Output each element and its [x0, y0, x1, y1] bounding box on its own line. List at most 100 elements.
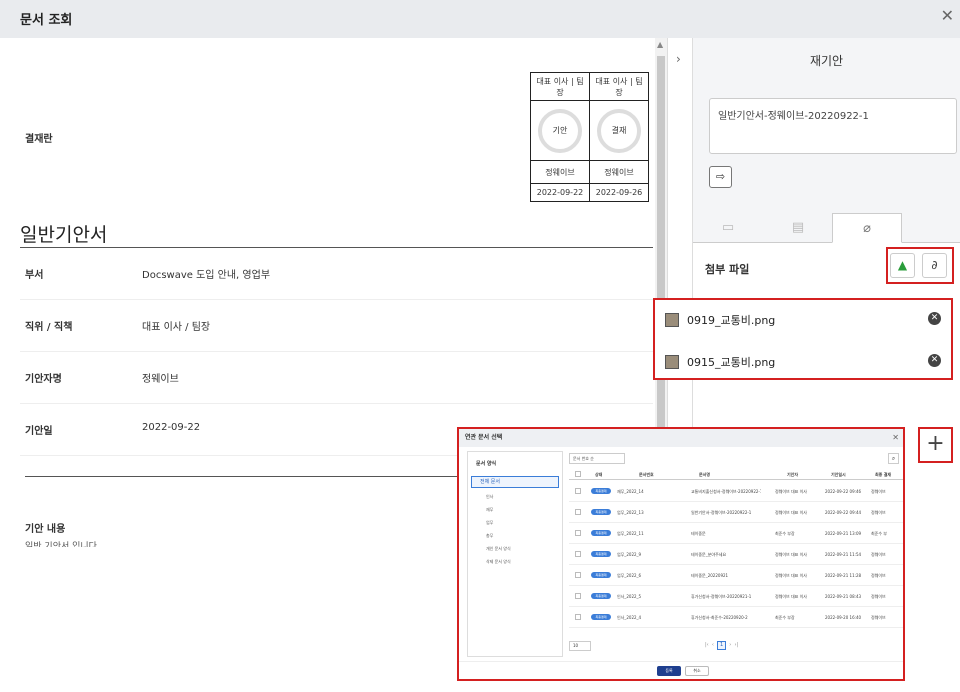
doc-name: 테이중문_20220921 [691, 573, 729, 578]
tab-comment-icon[interactable]: ▤ [763, 213, 833, 243]
approval-stamp: 결재 [597, 108, 641, 153]
column-header: 기안일시 [831, 472, 846, 477]
approver-name: 정웨이브 [530, 160, 590, 184]
field-value: 정웨이브 [142, 374, 179, 385]
doc-final-approver: 최준수 부 [871, 531, 887, 536]
table-row[interactable]: 최종결재 업무_2022_11 테이중문 최준수 부장 2022-09-21 1… [569, 523, 903, 544]
doc-name: 휴가신청서-정웨이브-20220921-1 [691, 594, 752, 599]
last-page-icon[interactable]: ›| [734, 642, 738, 648]
doc-final-approver: 정웨이브 [871, 594, 886, 599]
content-label: 기안 내용 [25, 524, 66, 535]
modal-footer: 등록 취소 [459, 661, 903, 679]
field-key: 직위 / 직책 [25, 322, 73, 333]
document-title: 일반기안서 [20, 224, 108, 246]
panel-tabs: ▭ ▤ ⌀ [693, 213, 960, 243]
tab-attachment-icon[interactable]: ⌀ [832, 213, 902, 243]
file-name: 0915_교통비.png [687, 356, 776, 369]
column-header: 기안자 [787, 472, 799, 477]
sort-select[interactable]: 문서 번호 순 [569, 453, 625, 464]
window-header: 문서 조회 ✕ [0, 0, 960, 38]
window-title: 문서 조회 [20, 13, 73, 28]
content-text: 일반 기안서 입니다 [25, 542, 97, 547]
field-row: 부서 Docswave 도입 안내, 영업부 [20, 248, 653, 300]
form-sidebar: 문서 양식 전체 문서 인사 재무 업무 총무 개인 문서 양식 삭제 문서 양… [467, 451, 563, 657]
pagination: |‹ ‹ 1 › ›| [705, 641, 738, 650]
tab-document-icon[interactable]: ▭ [693, 213, 763, 243]
scroll-up-icon[interactable]: ▲ [657, 40, 663, 49]
select-all-checkbox[interactable] [575, 471, 581, 477]
tag-icon[interactable]: ⇨ [709, 166, 732, 188]
row-checkbox[interactable] [575, 593, 581, 599]
doc-final-approver: 정웨이브 [871, 489, 886, 494]
sidebar-item[interactable]: 개인 문서 양식 [486, 546, 511, 552]
table-row[interactable]: 최종결재 업무_2022_13 일반기안서-정웨이브-20220922-1 정웨… [569, 502, 903, 523]
related-document-modal: 연관 문서 선택 ✕ 문서 양식 전체 문서 인사 재무 업무 총무 개인 문서… [457, 427, 905, 681]
doc-number: 업무_2022_13 [617, 510, 644, 515]
doc-number: 인사_2022_4 [617, 615, 642, 620]
table-row[interactable]: 최종결재 업무_2022_6 테이중문_20220921 정웨이브 대표 이사 … [569, 565, 903, 586]
doc-number: 업무_2022_6 [617, 573, 642, 578]
current-page[interactable]: 1 [717, 641, 727, 650]
doc-author: 정웨이브 대표 이사 [775, 594, 807, 599]
doc-author: 최준수 부장 [775, 615, 795, 620]
doc-date: 2022-09-20 16:40 [825, 615, 862, 620]
sidebar-item[interactable]: 총무 [486, 533, 493, 539]
remove-file-icon[interactable]: ✕ [928, 312, 941, 325]
row-checkbox[interactable] [575, 572, 581, 578]
row-checkbox[interactable] [575, 614, 581, 620]
doc-author: 정웨이브 대표 이사 [775, 573, 807, 578]
doc-name: 교통비지출신청서-정웨이브-20220922-1 [691, 489, 761, 494]
sidebar-item-all[interactable]: 전체 문서 [471, 476, 559, 488]
register-button[interactable]: 등록 [657, 666, 681, 676]
chevron-right-icon[interactable]: › [676, 52, 681, 66]
sidebar-item[interactable]: 재무 [486, 507, 493, 513]
row-checkbox[interactable] [575, 551, 581, 557]
prev-page-icon[interactable]: ‹ [712, 642, 714, 648]
doc-author: 최준수 부장 [775, 531, 795, 536]
field-value: 2022-09-22 [142, 422, 201, 433]
doc-date: 2022-09-21 13:09 [825, 531, 862, 536]
table-header: 상태 문서번호 문서명 기안자 기안일시 최종 결재 [569, 469, 903, 480]
approval-date: 2022-09-26 [589, 183, 649, 202]
column-header: 상태 [595, 472, 603, 477]
status-badge: 최종결재 [591, 551, 611, 557]
divider [25, 476, 460, 477]
add-related-document-button[interactable]: + [918, 427, 953, 463]
first-page-icon[interactable]: |‹ [705, 642, 709, 648]
google-drive-icon[interactable]: ▲ [890, 253, 915, 278]
close-icon[interactable]: ✕ [941, 6, 954, 25]
sidebar-item[interactable]: 업무 [486, 520, 493, 526]
table-row[interactable]: 최종결재 재무_2022_14 교통비지출신청서-정웨이브-20220922-1… [569, 481, 903, 502]
approval-table: 대표 이사 | 팀장 대표 이사 | 팀장 기안 결재 정웨이브 정웨이브 20… [530, 72, 649, 202]
column-header: 문서번호 [639, 472, 654, 477]
cancel-button[interactable]: 취소 [685, 666, 709, 676]
row-checkbox[interactable] [575, 488, 581, 494]
table-row[interactable]: 최종결재 인사_2022_4 휴가신청서-최준수-20220920-2 최준수 … [569, 607, 903, 628]
paperclip-icon[interactable]: ∂ [922, 253, 947, 278]
table-row[interactable]: 최종결재 인사_2022_5 휴가신청서-정웨이브-20220921-1 정웨이… [569, 586, 903, 607]
doc-number: 업무_2022_11 [617, 531, 644, 536]
doc-final-approver: 정웨이브 [871, 510, 886, 515]
note-input[interactable]: 일반기안서-정웨이브-20220922-1 [709, 98, 957, 154]
page-size-select[interactable]: 10 [569, 641, 591, 651]
status-badge: 최종결재 [591, 509, 611, 515]
status-badge: 최종결재 [591, 614, 611, 620]
doc-date: 2022-09-22 09:46 [825, 489, 862, 494]
search-icon[interactable]: ⌕ [888, 453, 899, 464]
image-file-icon [665, 355, 679, 369]
sidebar-item[interactable]: 인사 [486, 494, 493, 500]
doc-date: 2022-09-22 09:44 [825, 510, 862, 515]
field-value: 대표 이사 / 팀장 [142, 322, 211, 333]
file-item[interactable]: 0915_교통비.png ✕ [665, 352, 945, 372]
close-icon[interactable]: ✕ [892, 429, 899, 447]
remove-file-icon[interactable]: ✕ [928, 354, 941, 367]
approver-name: 정웨이브 [589, 160, 649, 184]
table-row[interactable]: 최종결재 업무_2022_9 테이중문_분야주세요 정웨이브 대표 이사 202… [569, 544, 903, 565]
row-checkbox[interactable] [575, 530, 581, 536]
next-page-icon[interactable]: › [729, 642, 731, 648]
file-item[interactable]: 0919_교통비.png ✕ [665, 310, 945, 330]
document-list: 문서 번호 순 ⌕ 상태 문서번호 문서명 기안자 기안일시 최종 결재 최종결… [569, 451, 903, 657]
row-checkbox[interactable] [575, 509, 581, 515]
sidebar-item[interactable]: 삭제 문서 양식 [486, 559, 511, 565]
field-key: 기안자명 [25, 374, 62, 385]
